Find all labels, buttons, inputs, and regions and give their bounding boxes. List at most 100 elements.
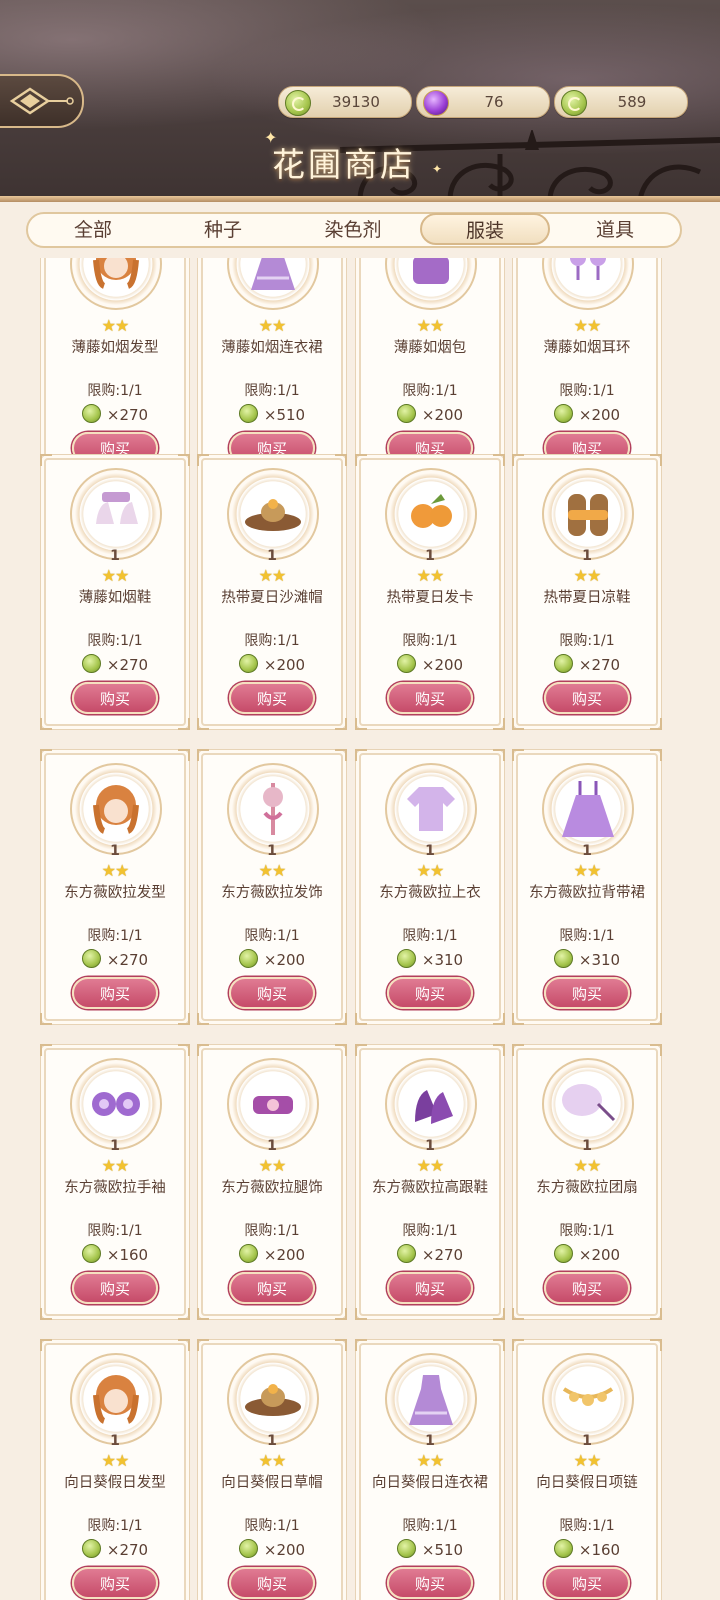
shop-item-card[interactable]: 1 ★★ 热带夏日发卡 限购:1/1 ×200 购买 — [355, 454, 505, 730]
shop-item-card[interactable]: 1 ★★ 东方薇欧拉发型 限购:1/1 ×270 购买 — [40, 749, 190, 1025]
shop-item-card[interactable]: ★★ 薄藤如烟连衣裙 限购:1/1 ×510 购买 — [197, 258, 347, 480]
shop-item-card[interactable]: 1 ★★ 东方薇欧拉上衣 限购:1/1 ×310 购买 — [355, 749, 505, 1025]
shop-item-card[interactable]: 1 ★★ 东方薇欧拉高跟鞋 限购:1/1 ×270 购买 — [355, 1044, 505, 1320]
price-value: ×270 — [421, 1246, 464, 1264]
item-medallion[interactable] — [381, 1349, 481, 1449]
buy-button[interactable]: 购买 — [387, 682, 473, 714]
item-medallion[interactable] — [538, 1054, 638, 1154]
buy-button[interactable]: 购买 — [544, 1272, 630, 1304]
shop-item-card[interactable]: 1 ★★ 热带夏日凉鞋 限购:1/1 ×270 购买 — [512, 454, 662, 730]
currency-seeds[interactable]: 589 — [554, 86, 688, 118]
shop-item-card[interactable]: 1 ★★ 东方薇欧拉团扇 限购:1/1 ×200 购买 — [512, 1044, 662, 1320]
buy-button[interactable]: 购买 — [72, 977, 158, 1009]
item-medallion[interactable] — [223, 759, 323, 859]
item-medallion[interactable] — [381, 464, 481, 564]
buy-button[interactable]: 购买 — [229, 1272, 315, 1304]
item-medallion[interactable] — [538, 759, 638, 859]
shop-item-card[interactable]: 1 ★★ 向日葵假日项链 限购:1/1 ×160 购买 — [512, 1339, 662, 1600]
buy-button[interactable]: 购买 — [72, 1567, 158, 1599]
green-coin-icon — [396, 654, 416, 673]
shop-item-card[interactable]: 1 ★★ 东方薇欧拉腿饰 限购:1/1 ×200 购买 — [197, 1044, 347, 1320]
item-rarity-stars: ★★ — [573, 316, 602, 335]
item-rarity-stars: ★★ — [573, 1451, 602, 1470]
buy-button[interactable]: 购买 — [229, 682, 315, 714]
item-medallion[interactable] — [538, 258, 638, 314]
card-corner — [493, 718, 505, 730]
item-medallion[interactable] — [381, 759, 481, 859]
buy-button[interactable]: 购买 — [387, 1272, 473, 1304]
currency-value: 39130 — [332, 93, 380, 111]
item-medallion[interactable] — [66, 1054, 166, 1154]
shop-item-card[interactable]: 1 ★★ 薄藤如烟鞋 限购:1/1 ×270 购买 — [40, 454, 190, 730]
shop-item-card[interactable]: 1 ★★ 向日葵假日连衣裙 限购:1/1 ×510 购买 — [355, 1339, 505, 1600]
card-corner — [512, 749, 524, 761]
hairstyle-icon — [93, 258, 139, 289]
item-name: 薄藤如烟鞋 — [78, 590, 152, 606]
item-price: ×160 — [46, 1244, 184, 1266]
item-medallion[interactable] — [66, 464, 166, 564]
item-medallion[interactable] — [66, 759, 166, 859]
item-rarity-stars: ★★ — [416, 1156, 445, 1175]
buy-button[interactable]: 购买 — [544, 682, 630, 714]
shop-item-card[interactable]: 1 ★★ 东方薇欧拉手袖 限购:1/1 ×160 购买 — [40, 1044, 190, 1320]
item-medallion[interactable] — [223, 1349, 323, 1449]
item-medallion[interactable] — [66, 258, 166, 314]
item-medallion[interactable] — [223, 258, 323, 314]
card-corner — [512, 1013, 524, 1025]
card-corner — [650, 454, 662, 466]
straw-hat-icon — [245, 1384, 301, 1416]
tab-seeds[interactable]: 种子 — [158, 214, 288, 246]
tab-items[interactable]: 道具 — [550, 214, 680, 246]
item-quantity: 1 — [582, 843, 592, 859]
currency-coins[interactable]: 39130 — [278, 86, 412, 118]
shop-item-card[interactable]: 1 ★★ 向日葵假日发型 限购:1/1 ×270 购买 — [40, 1339, 190, 1600]
buy-button[interactable]: 购买 — [72, 682, 158, 714]
purchase-limit: 限购:1/1 — [87, 1223, 143, 1239]
item-medallion[interactable] — [66, 1349, 166, 1449]
item-medallion[interactable] — [538, 464, 638, 564]
item-medallion[interactable] — [538, 1349, 638, 1449]
green-coin-icon — [81, 654, 101, 673]
buy-button[interactable]: 购买 — [229, 977, 315, 1009]
shop-item-card[interactable]: 1 ★★ 东方薇欧拉背带裙 限购:1/1 ×310 购买 — [512, 749, 662, 1025]
buy-button[interactable]: 购买 — [229, 1567, 315, 1599]
shop-item-card[interactable]: ★★ 薄藤如烟耳环 限购:1/1 ×200 购买 — [512, 258, 662, 480]
item-price: ×200 — [203, 1539, 341, 1561]
shop-item-card[interactable]: ★★ 薄藤如烟发型 限购:1/1 ×270 购买 — [40, 258, 190, 480]
price-value: ×270 — [106, 656, 149, 674]
item-medallion[interactable] — [381, 258, 481, 314]
shop-item-card[interactable]: 1 ★★ 东方薇欧拉发饰 限购:1/1 ×200 购买 — [197, 749, 347, 1025]
item-price: ×160 — [518, 1539, 656, 1561]
buy-button[interactable]: 购买 — [387, 1567, 473, 1599]
item-price: ×310 — [518, 949, 656, 971]
purchase-limit: 限购:1/1 — [244, 383, 300, 399]
shop-item-card[interactable]: 1 ★★ 向日葵假日草帽 限购:1/1 ×200 购买 — [197, 1339, 347, 1600]
purchase-limit: 限购:1/1 — [244, 1223, 300, 1239]
shop-item-card[interactable]: ★★ 薄藤如烟包 限购:1/1 ×200 购买 — [355, 258, 505, 480]
tab-clothing[interactable]: 服装 — [420, 213, 550, 245]
buy-button[interactable]: 购买 — [387, 977, 473, 1009]
green-coin-icon — [81, 404, 101, 423]
item-price: ×310 — [361, 949, 499, 971]
green-coin-icon — [561, 90, 587, 116]
item-price: ×200 — [203, 949, 341, 971]
buy-button[interactable]: 购买 — [544, 977, 630, 1009]
buy-button[interactable]: 购买 — [544, 1567, 630, 1599]
tab-dyes[interactable]: 染色剂 — [288, 214, 418, 246]
item-medallion[interactable] — [381, 1054, 481, 1154]
shop-item-card[interactable]: 1 ★★ 热带夏日沙滩帽 限购:1/1 ×200 购买 — [197, 454, 347, 730]
item-quantity: 1 — [267, 1433, 277, 1449]
item-grid[interactable]: ★★ 薄藤如烟发型 限购:1/1 ×270 购买 ★★ 薄藤如烟连衣裙 限购:1/1 ×510 购… — [0, 258, 720, 1600]
item-price: ×200 — [518, 1244, 656, 1266]
tab-all[interactable]: 全部 — [28, 214, 158, 246]
price-value: ×200 — [578, 1246, 621, 1264]
back-button[interactable] — [0, 74, 84, 128]
card-corner — [197, 1308, 209, 1320]
item-price: ×270 — [46, 654, 184, 676]
currency-gems[interactable]: 76 — [416, 86, 550, 118]
card-corner — [493, 1308, 505, 1320]
item-medallion[interactable] — [223, 1054, 323, 1154]
buy-button[interactable]: 购买 — [72, 1272, 158, 1304]
item-quantity: 1 — [110, 1433, 120, 1449]
item-medallion[interactable] — [223, 464, 323, 564]
